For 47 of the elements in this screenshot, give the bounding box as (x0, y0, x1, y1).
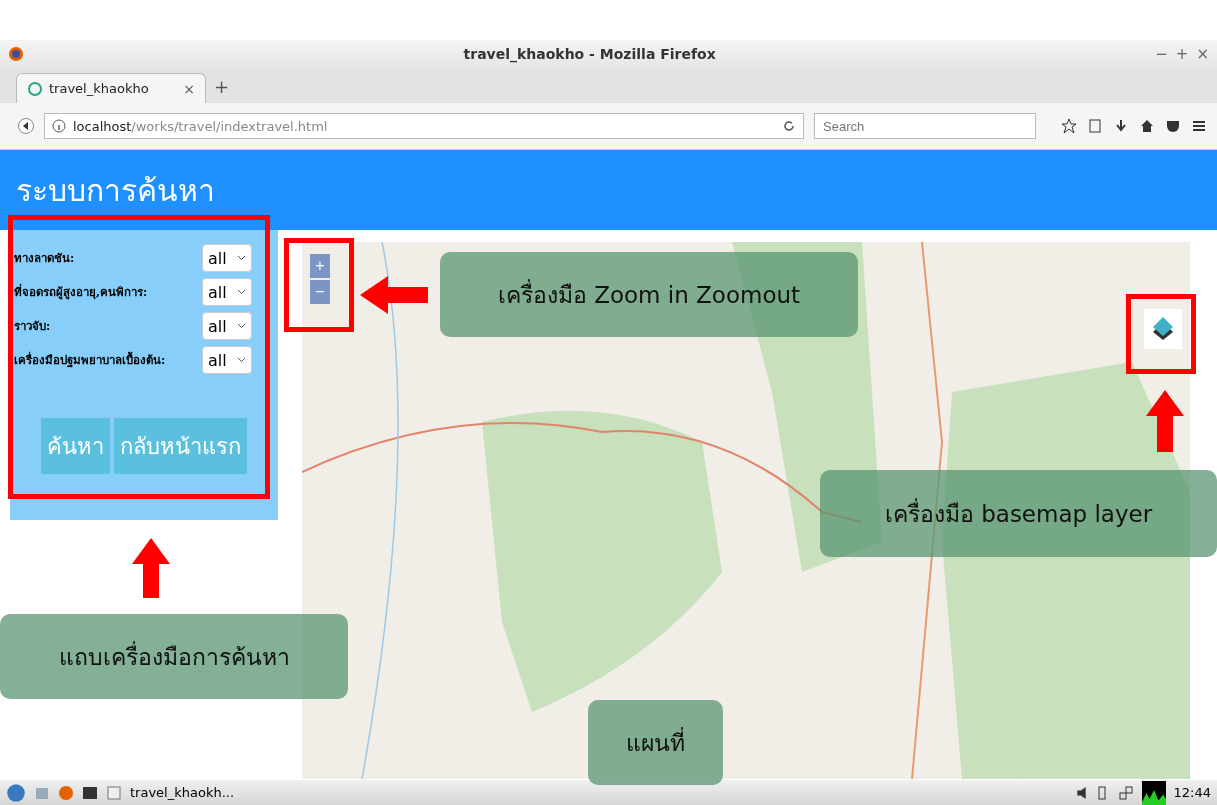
close-icon[interactable]: × (183, 80, 195, 97)
filter-select[interactable]: all (202, 312, 252, 340)
browser-tab[interactable]: travel_khaokho × (16, 73, 206, 103)
taskbar-item[interactable]: travel_khaokh... (130, 785, 235, 800)
chevron-down-icon (236, 357, 246, 363)
info-icon (51, 118, 67, 134)
layers-button[interactable] (1144, 309, 1182, 349)
chevron-down-icon (236, 323, 246, 329)
search-field[interactable]: Search (814, 113, 1036, 139)
new-tab-button[interactable]: + (214, 76, 230, 97)
speaker-icon (1076, 786, 1086, 799)
back-icon[interactable] (18, 118, 34, 134)
filter-label: ที่จอดรถผู้สูงอายุ,คนพิการ: (14, 283, 148, 301)
chevron-down-icon (236, 255, 246, 261)
arrow-icon (132, 538, 170, 598)
cpu-graph-icon (1141, 780, 1166, 805)
annotation-callout: เครื่องมือ Zoom in Zoomout (440, 252, 858, 337)
annotation-callout: แถบเครื่องมือการค้นหา (0, 614, 348, 699)
layers-icon (1151, 316, 1175, 342)
home-icon[interactable] (1139, 118, 1155, 134)
zoom-out-button[interactable]: − (310, 280, 330, 304)
filter-label: ทางลาดชัน: (14, 250, 75, 267)
network-icon (1117, 784, 1134, 801)
window-control[interactable]: − (1155, 45, 1168, 63)
terminal-icon[interactable] (82, 784, 98, 801)
page-title: ระบบการค้นหา (16, 171, 215, 210)
download-icon[interactable] (1113, 118, 1129, 134)
reload-icon[interactable] (781, 118, 797, 134)
globe-icon (27, 80, 43, 97)
filter-select[interactable]: all (202, 244, 252, 272)
window-control[interactable]: × (1196, 45, 1209, 63)
filter-label: เครื่องมือปฐมพยาบาลเบื้องต้น: (14, 351, 166, 369)
chevron-down-icon (236, 289, 246, 295)
filter-select[interactable]: all (202, 278, 252, 306)
address-field[interactable]: localhost/works/travel/indextravel.html (44, 113, 804, 139)
filter-select[interactable]: all (202, 346, 252, 374)
zoom-in-button[interactable]: + (310, 254, 330, 278)
annotation-callout: เครื่องมือ basemap layer (820, 470, 1217, 557)
star-icon[interactable] (1061, 118, 1077, 134)
arrow-icon (360, 276, 428, 314)
filter-label: ราวจับ: (14, 318, 51, 335)
clock: 12:44 (1173, 785, 1211, 800)
window-control[interactable]: + (1175, 45, 1189, 63)
menu-icon[interactable] (1191, 118, 1207, 134)
annotation-callout: แผนที่ (588, 700, 723, 785)
arrow-icon (1146, 390, 1184, 452)
window-title: travel_khaokho - Mozilla Firefox (462, 46, 717, 62)
